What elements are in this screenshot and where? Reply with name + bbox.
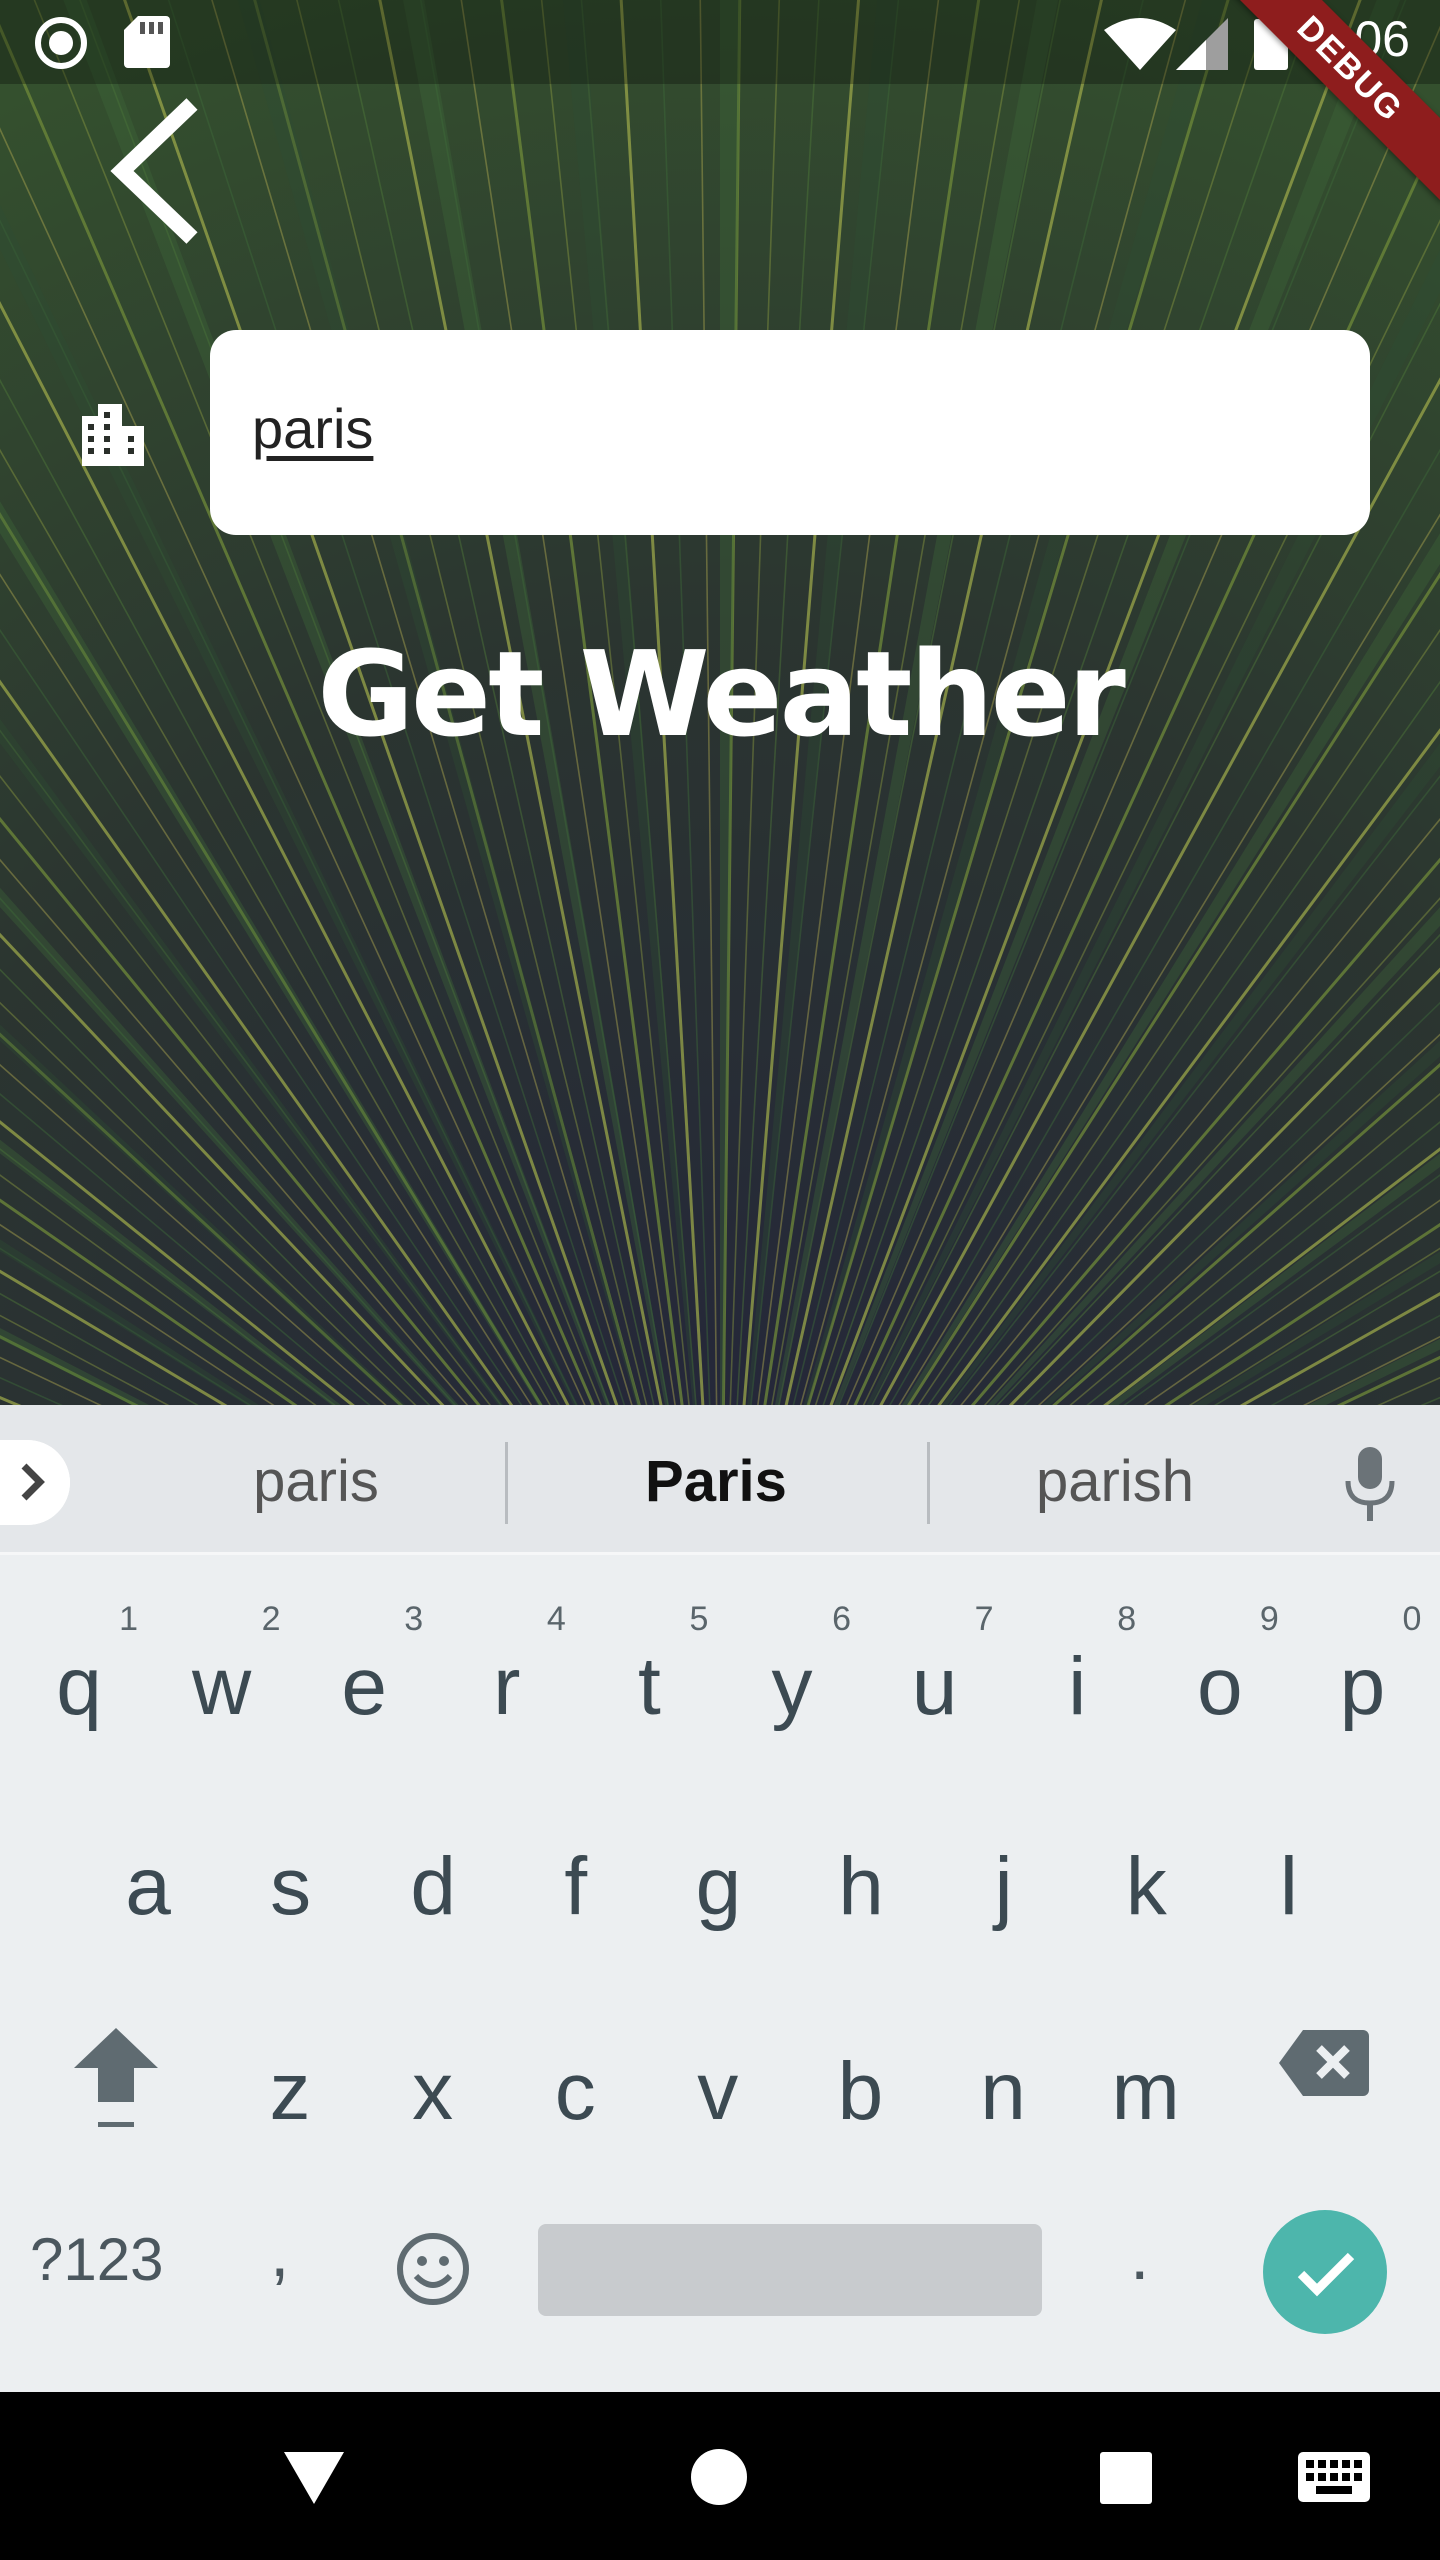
key-label: h — [838, 1841, 884, 1932]
space-bar[interactable] — [538, 2224, 1042, 2316]
symbols-key[interactable]: ?123 — [30, 2225, 190, 2294]
key-number-hint: 9 — [1259, 1600, 1279, 1638]
key-m[interactable]: m — [1075, 1985, 1217, 2175]
key-r[interactable]: r4 — [436, 1580, 578, 1770]
navigation-bar — [0, 2392, 1440, 2560]
key-number-hint: 5 — [689, 1600, 709, 1638]
key-label: t — [637, 1641, 661, 1732]
key-label: d — [410, 1841, 456, 1932]
key-number-hint: 0 — [1402, 1600, 1422, 1638]
key-s[interactable]: s — [220, 1780, 362, 1970]
key-number-hint: 7 — [974, 1600, 994, 1638]
key-label: y — [771, 1641, 813, 1732]
key-label: m — [1111, 2046, 1180, 2137]
key-n[interactable]: n — [932, 1985, 1074, 2175]
key-y[interactable]: y6 — [721, 1580, 863, 1770]
key-u[interactable]: u7 — [864, 1580, 1006, 1770]
recents-square-icon[interactable] — [1100, 2452, 1152, 2504]
key-w[interactable]: w2 — [151, 1580, 293, 1770]
key-i[interactable]: i8 — [1006, 1580, 1148, 1770]
key-label: b — [837, 2046, 884, 2137]
key-label: c — [554, 2046, 596, 2137]
key-label: i — [1068, 1641, 1087, 1732]
key-x[interactable]: x — [362, 1985, 504, 2175]
key-label: u — [911, 1641, 958, 1732]
shift-key[interactable] — [60, 2020, 170, 2140]
key-f[interactable]: f — [505, 1780, 647, 1970]
key-number-hint: 8 — [1117, 1600, 1137, 1638]
key-label: a — [125, 1841, 171, 1932]
key-t[interactable]: t5 — [578, 1580, 720, 1770]
emoji-icon[interactable] — [396, 2232, 470, 2306]
key-label: x — [412, 2046, 454, 2137]
signal-icon — [1176, 18, 1228, 70]
keyboard-switch-icon[interactable] — [1298, 2452, 1370, 2502]
back-triangle-icon[interactable] — [284, 2452, 344, 2504]
key-number-hint: 6 — [832, 1600, 851, 1638]
suggestion-1[interactable]: paris — [166, 1448, 466, 1515]
key-v[interactable]: v — [647, 1985, 789, 2175]
back-arrow-icon[interactable] — [100, 96, 210, 246]
key-label: g — [695, 1841, 742, 1932]
key-q[interactable]: q1 — [8, 1580, 150, 1770]
status-bar: 6:06 — [0, 0, 1440, 84]
shift-arrow-icon — [74, 2028, 158, 2127]
key-p[interactable]: p0 — [1291, 1580, 1433, 1770]
backspace-icon — [1279, 2030, 1369, 2096]
backspace-key[interactable] — [1275, 2030, 1375, 2110]
city-input-value[interactable]: paris — [252, 396, 373, 461]
key-k[interactable]: k — [1075, 1780, 1217, 1970]
key-label: n — [980, 2046, 1026, 2137]
key-label: p — [1339, 1641, 1386, 1732]
wifi-icon — [1104, 18, 1176, 70]
comma-key[interactable]: , — [270, 2212, 289, 2292]
city-icon — [82, 404, 144, 466]
key-label: k — [1125, 1841, 1167, 1932]
key-label: j — [994, 1841, 1013, 1932]
key-label: o — [1196, 1641, 1243, 1732]
key-number-hint: 2 — [261, 1600, 281, 1638]
key-g[interactable]: g — [647, 1780, 789, 1970]
key-number-hint: 3 — [404, 1600, 424, 1638]
key-j[interactable]: j — [933, 1780, 1075, 1970]
checkmark-icon — [1297, 2252, 1355, 2297]
period-key[interactable]: . — [1130, 2215, 1149, 2295]
suggestion-strip: paris Paris parish — [0, 1405, 1440, 1555]
key-c[interactable]: c — [504, 1985, 646, 2175]
suggestion-divider — [927, 1442, 930, 1524]
key-label: q — [56, 1641, 102, 1732]
expand-suggestions-icon[interactable] — [0, 1440, 70, 1525]
key-label: z — [269, 2046, 311, 2137]
suggestion-2[interactable]: Paris — [566, 1448, 866, 1515]
get-weather-button[interactable]: Get Weather — [0, 625, 1440, 763]
key-o[interactable]: o9 — [1149, 1580, 1291, 1770]
key-label: l — [1279, 1841, 1298, 1932]
key-number-hint: 4 — [546, 1600, 566, 1638]
city-search-field[interactable]: paris — [210, 330, 1370, 535]
key-label: v — [697, 2046, 739, 2137]
key-z[interactable]: z — [219, 1985, 361, 2175]
microphone-icon[interactable] — [1344, 1447, 1396, 1522]
home-circle-icon[interactable] — [690, 2448, 748, 2506]
key-number-hint: 1 — [119, 1600, 138, 1638]
key-label: r — [493, 1641, 521, 1732]
suggestion-3[interactable]: parish — [965, 1448, 1265, 1515]
key-h[interactable]: h — [790, 1780, 932, 1970]
key-label: w — [191, 1641, 252, 1732]
key-e[interactable]: e3 — [293, 1580, 435, 1770]
record-icon — [35, 17, 87, 69]
key-label: f — [564, 1841, 588, 1932]
key-b[interactable]: b — [789, 1985, 931, 2175]
key-label: e — [341, 1641, 387, 1732]
key-a[interactable]: a — [77, 1780, 219, 1970]
key-l[interactable]: l — [1218, 1780, 1360, 1970]
key-label: s — [270, 1841, 312, 1932]
enter-key[interactable] — [1263, 2210, 1387, 2334]
key-d[interactable]: d — [362, 1780, 504, 1970]
suggestion-divider — [505, 1442, 508, 1524]
sd-card-icon — [124, 16, 170, 68]
